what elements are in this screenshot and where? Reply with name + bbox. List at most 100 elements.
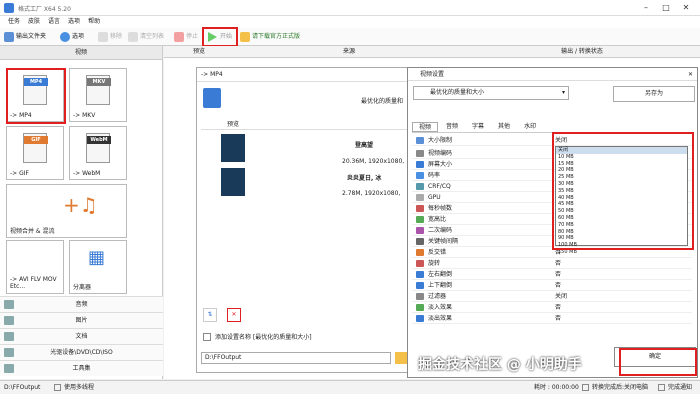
- fps-icon: [416, 205, 424, 212]
- tab-other[interactable]: 其他: [492, 122, 516, 132]
- dropdown-option[interactable]: 10 MB: [556, 154, 687, 161]
- maximize-button[interactable]: □: [656, 2, 676, 14]
- dropdown-option[interactable]: 60 MB: [556, 215, 687, 222]
- video-category-header[interactable]: 视频: [0, 46, 162, 60]
- prop-fade-out[interactable]: 淡出效果否: [412, 313, 692, 324]
- tile-gif[interactable]: GIF -> GIF: [6, 126, 64, 180]
- remove-button[interactable]: 移除: [98, 31, 122, 43]
- setting-name-checkbox[interactable]: [203, 333, 211, 341]
- title-bar: 格式工厂 X64 5.20 – □ ✕: [0, 0, 700, 16]
- category-disc[interactable]: 光驱设备\DVD\CD\ISO: [0, 344, 163, 360]
- toolbar: 输出文件夹 选项 移除 清空列表 停止 开始 请下载官方正式版: [0, 28, 700, 46]
- dropdown-option[interactable]: 45 MB: [556, 201, 687, 208]
- document-icon: [4, 332, 14, 341]
- two-pass-icon: [416, 227, 424, 234]
- delete-icon[interactable]: ✕: [227, 308, 241, 322]
- video-thumbnail[interactable]: [221, 168, 245, 196]
- dropdown-option[interactable]: 30 MB: [556, 181, 687, 188]
- ok-button[interactable]: 确定: [614, 347, 696, 367]
- close-button[interactable]: ✕: [676, 2, 696, 14]
- sort-icon[interactable]: ⇅: [203, 308, 217, 322]
- options-button[interactable]: 选项: [60, 31, 84, 43]
- dropdown-option[interactable]: 90 MB: [556, 235, 687, 242]
- output-path-select[interactable]: D:\FFOutput: [201, 352, 391, 364]
- mkv-file-icon: MKV: [86, 75, 111, 105]
- tile-merge[interactable]: +♫ 视频合并 & 混流: [6, 184, 127, 238]
- setting-name-label: 添加设置名称 [最优化的质量和大小]: [215, 334, 312, 341]
- dialog-titlebar: 视频设置 ✕: [408, 68, 697, 81]
- splitter-icon: ▦: [88, 247, 106, 268]
- tab-watermark[interactable]: 水印: [518, 122, 542, 132]
- dropdown-option[interactable]: 15 MB: [556, 161, 687, 168]
- multithread-checkbox[interactable]: [54, 384, 61, 391]
- menu-options[interactable]: 选项: [68, 16, 80, 28]
- folder-icon: [4, 32, 14, 42]
- category-tools[interactable]: 工具集: [0, 360, 163, 376]
- download-official-link[interactable]: 请下载官方正式版: [240, 31, 300, 43]
- prop-rotate[interactable]: 旋转否: [412, 258, 692, 269]
- dropdown-option[interactable]: 25 MB: [556, 174, 687, 181]
- preview-header: 预览: [201, 120, 427, 130]
- screen-icon: [416, 161, 424, 168]
- tile-mp4[interactable]: MP4 -> MP4: [6, 68, 64, 122]
- dropdown-option[interactable]: 80 MB: [556, 229, 687, 236]
- prop-size-limit[interactable]: 大小限制 关闭: [412, 135, 692, 146]
- minimize-button[interactable]: –: [636, 2, 656, 14]
- category-image[interactable]: 图片: [0, 312, 163, 328]
- stop-button[interactable]: 停止: [174, 31, 198, 43]
- dropdown-option[interactable]: 100 MB: [556, 242, 687, 249]
- prop-flip-ud[interactable]: 上下翻倒否: [412, 280, 692, 291]
- menu-skin[interactable]: 皮肤: [28, 16, 40, 28]
- shutdown-checkbox[interactable]: [582, 384, 589, 391]
- menu-help[interactable]: 帮助: [88, 16, 100, 28]
- dropdown-option[interactable]: 70 MB: [556, 222, 687, 229]
- window-title: 格式工厂 X64 5.20: [18, 6, 71, 13]
- video-thumbnail[interactable]: [221, 134, 245, 162]
- category-audio[interactable]: 音频: [0, 296, 163, 312]
- size-limit-dropdown[interactable]: 关闭 10 MB 15 MB 20 MB 25 MB 30 MB 35 MB 4…: [555, 146, 688, 255]
- col-output: 输出 / 转换状态: [464, 46, 700, 58]
- clear-list-button[interactable]: 清空列表: [128, 31, 164, 43]
- image-icon: [4, 316, 14, 325]
- mp4-file-icon: MP4: [23, 75, 48, 105]
- file-title: 炎炎夏日, 冰: [347, 175, 382, 182]
- dropdown-option[interactable]: 50 MB: [556, 208, 687, 215]
- file-meta: 2.78M, 1920x1080,: [342, 190, 401, 197]
- gif-file-icon: GIF: [23, 133, 48, 163]
- notify-checkbox[interactable]: [658, 384, 665, 391]
- dropdown-option[interactable]: 40 MB: [556, 195, 687, 202]
- mp4-panel: -> MP4 最优化的质量和 预览 登高望 20.36M, 1920x1080,…: [196, 67, 430, 373]
- dropdown-option[interactable]: 35 MB: [556, 188, 687, 195]
- save-as-button[interactable]: 另存为: [613, 86, 695, 102]
- tile-mkv[interactable]: MKV -> MKV: [69, 68, 127, 122]
- prop-fade-in[interactable]: 淡入效果否: [412, 302, 692, 313]
- tab-audio[interactable]: 音频: [440, 122, 464, 132]
- prop-flip-lr[interactable]: 左右翻倒否: [412, 269, 692, 280]
- remove-icon: [98, 32, 108, 42]
- multithread-label: 使用多线程: [64, 384, 95, 391]
- menu-task[interactable]: 任务: [8, 16, 20, 28]
- tab-subtitle[interactable]: 字幕: [466, 122, 490, 132]
- codec-icon: [416, 150, 424, 157]
- start-button[interactable]: 开始: [206, 31, 232, 43]
- webm-file-icon: WebM: [86, 133, 111, 163]
- tab-video[interactable]: 视频: [412, 122, 439, 132]
- deinterlace-icon: [416, 249, 424, 256]
- stop-icon: [174, 32, 184, 42]
- dropdown-option[interactable]: 关闭: [556, 147, 687, 154]
- tile-avi-flv-mov[interactable]: -> AVI FLV MOV Etc...: [6, 240, 64, 294]
- prop-filter[interactable]: 过滤器 关闭: [412, 291, 692, 302]
- tile-webm[interactable]: WebM -> WebM: [69, 126, 127, 180]
- dropdown-option[interactable]: 20 MB: [556, 167, 687, 174]
- preset-select[interactable]: 最优化的质量和大小 ▾: [413, 86, 569, 100]
- dropdown-option[interactable]: 150 MB: [556, 249, 687, 256]
- fade-in-icon: [416, 304, 424, 311]
- tile-splitter[interactable]: ▦ 分离器: [69, 240, 127, 294]
- audio-icon: [4, 300, 14, 309]
- category-document[interactable]: 文档: [0, 328, 163, 344]
- crf-icon: [416, 183, 424, 190]
- output-folder-button[interactable]: 输出文件夹: [4, 31, 46, 43]
- dialog-close-icon[interactable]: ✕: [688, 68, 693, 81]
- play-icon: [208, 32, 217, 42]
- menu-language[interactable]: 语言: [48, 16, 60, 28]
